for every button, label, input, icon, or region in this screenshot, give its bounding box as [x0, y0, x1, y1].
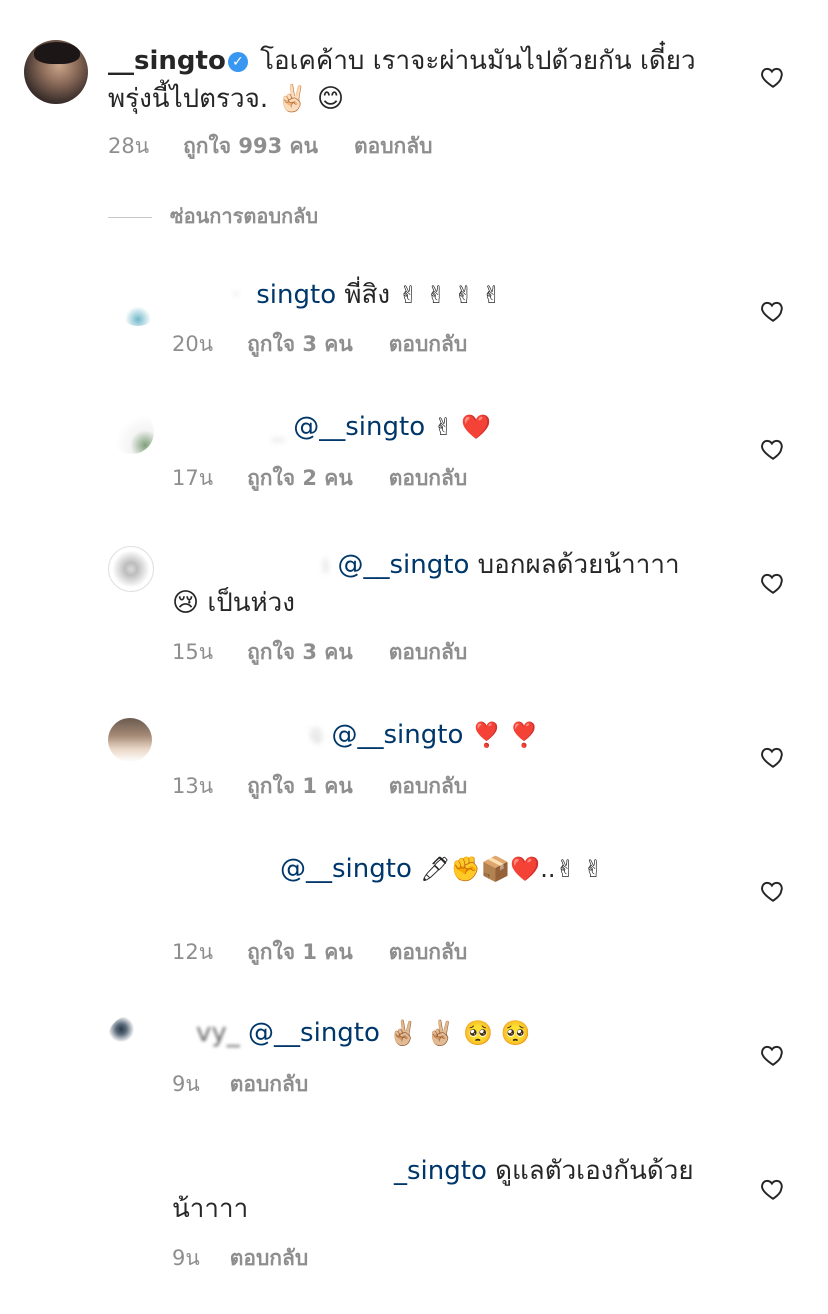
- avatar[interactable]: [116, 282, 160, 326]
- reply-text-line2: 😢 เป็นห่วง: [172, 588, 295, 618]
- avatar[interactable]: [108, 718, 152, 762]
- reply-button[interactable]: ตอบกลับ: [389, 774, 468, 798]
- avatar[interactable]: [110, 848, 154, 892]
- reply-likes-link[interactable]: ถูกใจ 1 คน: [247, 774, 353, 798]
- reply-body: · singto พี่สิง ✌ ✌ ✌ ✌: [172, 276, 502, 314]
- hide-replies-label: ซ่อนการตอบกลับ: [170, 204, 319, 228]
- avatar[interactable]: [24, 40, 88, 104]
- reply-username[interactable]: _: [272, 412, 285, 442]
- reply-time: 9น: [172, 1246, 200, 1270]
- reply-button[interactable]: ตอบกลับ: [389, 940, 468, 964]
- reply-meta: 9น ตอบกลับ: [172, 1068, 344, 1101]
- comment-username[interactable]: __singto: [108, 46, 226, 76]
- reply-mention[interactable]: @__singto: [280, 854, 412, 884]
- hide-replies-button[interactable]: ซ่อนการตอบกลับ: [108, 200, 318, 232]
- reply-button[interactable]: ตอบกลับ: [389, 466, 468, 490]
- comment-text-line2: พรุ่งนี้ไปตรวจ. ✌🏻 😊: [108, 84, 345, 114]
- reply-body: จ @__singto ❣️ ❣️: [172, 716, 539, 754]
- reply-mention[interactable]: @__singto: [323, 720, 463, 750]
- reply-button[interactable]: ตอบกลับ: [354, 134, 433, 158]
- avatar[interactable]: [108, 546, 154, 592]
- comment-body: __singto ✓ โอเคค้าบ เราจะผ่านมันไปด้วยกัน…: [108, 42, 696, 80]
- reply-mention[interactable]: @__singto: [240, 1018, 380, 1048]
- reply-username[interactable]: vy_: [196, 1018, 240, 1048]
- reply-likes-link[interactable]: ถูกใจ 1 คน: [247, 940, 353, 964]
- reply-likes-link[interactable]: ถูกใจ 2 คน: [247, 466, 353, 490]
- reply-text-line2: น้าาาา: [172, 1194, 249, 1224]
- reply-text: พี่สิง: [336, 280, 391, 310]
- reply-button[interactable]: ตอบกลับ: [389, 640, 468, 664]
- reply-time: 12น: [172, 940, 214, 964]
- reply-emoji: ✌ ✌ ✌ ✌: [398, 281, 502, 309]
- avatar[interactable]: [110, 410, 154, 454]
- reply-body: @__singto 🖊✊📦❤️..✌ ✌: [172, 850, 603, 888]
- reply-time: 15น: [172, 640, 214, 664]
- avatar[interactable]: [108, 1016, 152, 1060]
- reply-meta: 15น ถูกใจ 3 คน ตอบกลับ: [172, 636, 503, 669]
- reply-emoji: ✌ ❤️: [433, 413, 492, 441]
- reply-meta: 13น ถูกใจ 1 คน ตอบกลับ: [172, 770, 503, 803]
- reply-emoji: ✌🏼 ✌🏼 🥺 🥺: [388, 1019, 531, 1047]
- reply-username[interactable]: ·: [232, 280, 240, 310]
- heart-outline-icon[interactable]: [760, 1176, 786, 1202]
- reply-meta: 12น ถูกใจ 1 คน ตอบกลับ: [172, 936, 503, 969]
- comment-time: 28น: [108, 134, 150, 158]
- reply-meta: 20น ถูกใจ 3 คน ตอบกลับ: [172, 328, 503, 361]
- comment-meta: 28น ถูกใจ 993 คน ตอบกลับ: [108, 130, 468, 163]
- heart-outline-icon[interactable]: [760, 744, 786, 770]
- heart-outline-icon[interactable]: [760, 878, 786, 904]
- reply-button[interactable]: ตอบกลับ: [389, 332, 468, 356]
- reply-emoji: 🖊✊📦❤️..✌ ✌: [420, 855, 604, 883]
- reply-body: ı @__singto บอกผลด้วยน้าาาา: [172, 546, 680, 584]
- verified-badge-icon: ✓: [227, 52, 248, 72]
- reply-mention[interactable]: @__singto: [329, 550, 469, 580]
- reply-text: ดูแลตัวเองกันด้วย: [486, 1156, 694, 1186]
- reply-mention[interactable]: @__singto: [285, 412, 425, 442]
- heart-outline-icon[interactable]: [760, 298, 786, 324]
- heart-outline-icon[interactable]: [760, 1042, 786, 1068]
- reply-body: vy_ @__singto ✌🏼 ✌🏼 🥺 🥺: [172, 1014, 531, 1052]
- reply-username[interactable]: ı: [322, 550, 329, 580]
- reply-likes-link[interactable]: ถูกใจ 3 คน: [247, 332, 353, 356]
- divider-line: [108, 217, 152, 218]
- reply-time: 17น: [172, 466, 214, 490]
- heart-outline-icon[interactable]: [760, 570, 786, 596]
- avatar[interactable]: [108, 1150, 152, 1194]
- reply-username[interactable]: จ: [308, 720, 323, 750]
- reply-text: บอกผลด้วยน้าาาา: [469, 550, 680, 580]
- reply-time: 20น: [172, 332, 214, 356]
- reply-mention[interactable]: _singto: [394, 1156, 487, 1186]
- heart-outline-icon[interactable]: [760, 64, 786, 90]
- reply-emoji: ❣️ ❣️: [471, 721, 540, 749]
- reply-likes-link[interactable]: ถูกใจ 3 คน: [247, 640, 353, 664]
- reply-mention[interactable]: singto: [256, 280, 336, 310]
- reply-body: _ @__singto ✌ ❤️: [172, 408, 491, 446]
- reply-button[interactable]: ตอบกลับ: [230, 1246, 309, 1270]
- reply-time: 13น: [172, 774, 214, 798]
- heart-outline-icon[interactable]: [760, 436, 786, 462]
- reply-button[interactable]: ตอบกลับ: [230, 1072, 309, 1096]
- reply-body: _singto ดูแลตัวเองกันด้วย: [172, 1152, 694, 1190]
- reply-meta: 9น ตอบกลับ: [172, 1242, 344, 1275]
- comment-text-line1: โอเคค้าบ เราจะผ่านมันไปด้วยกัน เดี๋ยว: [251, 46, 696, 76]
- reply-meta: 17น ถูกใจ 2 คน ตอบกลับ: [172, 462, 503, 495]
- reply-time: 9น: [172, 1072, 200, 1096]
- comment-likes-link[interactable]: ถูกใจ 993 คน: [183, 134, 318, 158]
